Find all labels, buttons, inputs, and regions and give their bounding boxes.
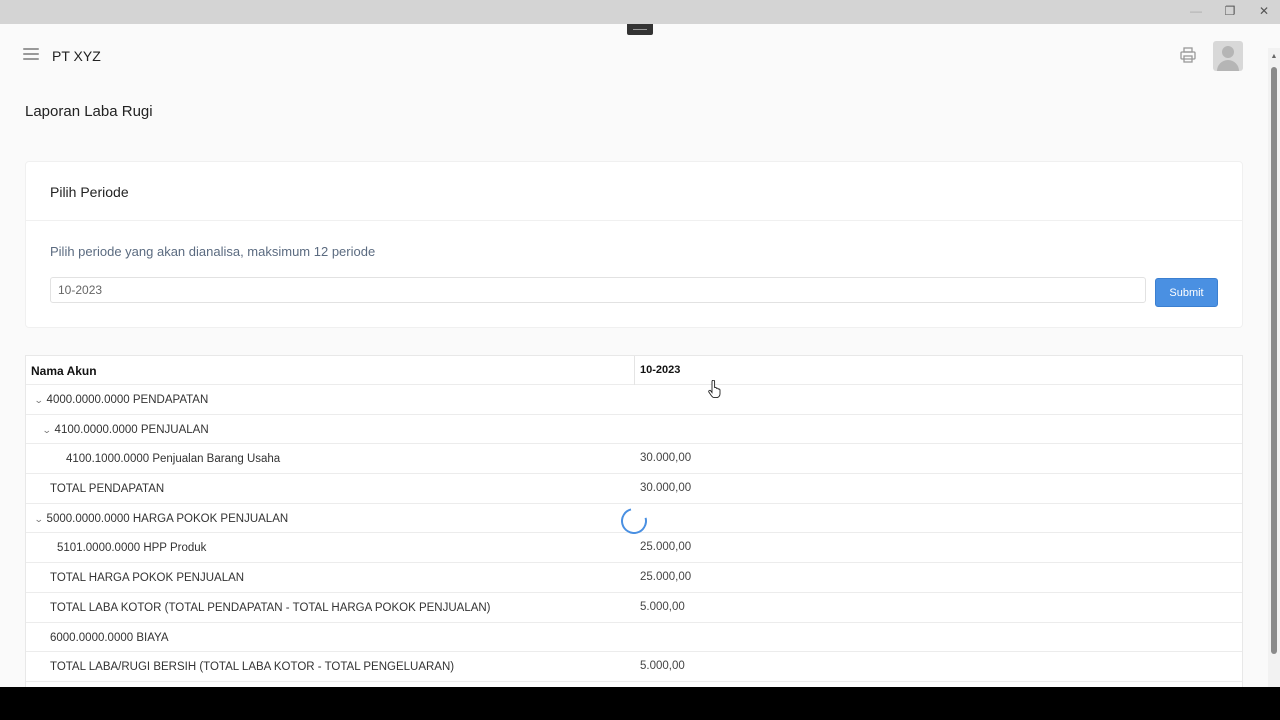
account-value: 30.000,00 [640, 482, 692, 495]
account-value: 25.000,00 [640, 541, 692, 554]
table-row: 5101.0000.0000 HPP Produk 25.000,00 [26, 533, 1242, 564]
chevron-down-icon[interactable]: ⌄ [34, 514, 44, 525]
printer-icon[interactable] [1179, 46, 1197, 64]
account-name: TOTAL HARGA POKOK PENJUALAN [50, 572, 245, 585]
app-window: PT XYZ Laporan Laba Rugi Pilih Periode P… [0, 24, 1280, 687]
drag-handle[interactable] [627, 24, 653, 35]
account-name: 5101.0000.0000 HPP Produk [57, 542, 207, 555]
vertical-scrollbar[interactable]: ▲ ▼ [1268, 48, 1280, 687]
page-title: Laporan Laba Rugi [25, 103, 153, 120]
period-card: Pilih Periode Pilih periode yang akan di… [25, 161, 1243, 328]
window-titlebar: — ❐ ✕ [0, 0, 1280, 24]
account-name: 5000.0000.0000 HARGA POKOK PENJUALAN [46, 512, 289, 525]
column-divider[interactable] [634, 356, 635, 385]
account-name: 4100.1000.0000 Penjualan Barang Usaha [66, 453, 281, 466]
table-row: TOTAL LABA KOTOR (TOTAL PENDAPATAN - TOT… [26, 593, 1242, 623]
table-row: 4100.1000.0000 Penjualan Barang Usaha 30… [26, 444, 1242, 475]
account-name: TOTAL LABA/RUGI BERSIH (TOTAL LABA KOTOR… [50, 661, 455, 674]
table-row: ⌄ 4000.0000.0000 PENDAPATAN [26, 385, 1242, 415]
close-icon[interactable]: ✕ [1256, 4, 1272, 18]
account-name: 4000.0000.0000 PENDAPATAN [46, 394, 209, 406]
account-value: 5.000,00 [640, 600, 685, 613]
user-avatar[interactable] [1213, 41, 1243, 71]
chevron-down-icon[interactable]: ⌄ [42, 425, 52, 436]
hand-cursor-icon [708, 379, 722, 399]
account-value: 5.000,00 [640, 660, 685, 673]
account-value: 25.000,00 [640, 571, 692, 584]
table-row: ⌄ 4100.0000.0000 PENJUALAN [26, 415, 1242, 445]
submit-button[interactable]: Submit [1155, 278, 1218, 307]
account-name: 6000.0000.0000 BIAYA [50, 631, 169, 644]
minimize-icon[interactable]: — [1188, 4, 1204, 18]
account-name: TOTAL PENDAPATAN [50, 483, 165, 496]
table-row: TOTAL LABA/RUGI BERSIH (TOTAL LABA KOTOR… [26, 652, 1242, 682]
table-row: TOTAL HARGA POKOK PENJUALAN 25.000,00 [26, 563, 1242, 593]
company-name: PT XYZ [52, 48, 101, 64]
account-name: TOTAL LABA KOTOR (TOTAL PENDAPATAN - TOT… [50, 601, 491, 614]
account-value: 30.000,00 [640, 452, 692, 465]
period-input[interactable] [50, 277, 1146, 303]
scrollbar-thumb[interactable] [1271, 67, 1277, 654]
table-header: Nama Akun 10-2023 [26, 356, 1242, 385]
chevron-down-icon[interactable]: ⌄ [34, 395, 44, 406]
column-header-account: Nama Akun [31, 364, 97, 378]
table-row: TOTAL PENDAPATAN 30.000,00 [26, 474, 1242, 504]
account-name: 4100.0000.0000 PENJUALAN [54, 423, 209, 436]
hamburger-menu-icon[interactable] [23, 48, 39, 60]
period-description: Pilih periode yang akan dianalisa, maksi… [50, 244, 376, 259]
column-header-period: 10-2023 [640, 364, 681, 376]
period-card-title: Pilih Periode [26, 162, 1242, 221]
restore-icon[interactable]: ❐ [1222, 4, 1238, 18]
scroll-up-icon[interactable]: ▲ [1270, 53, 1278, 60]
table-row: 6000.0000.0000 BIAYA [26, 623, 1242, 653]
